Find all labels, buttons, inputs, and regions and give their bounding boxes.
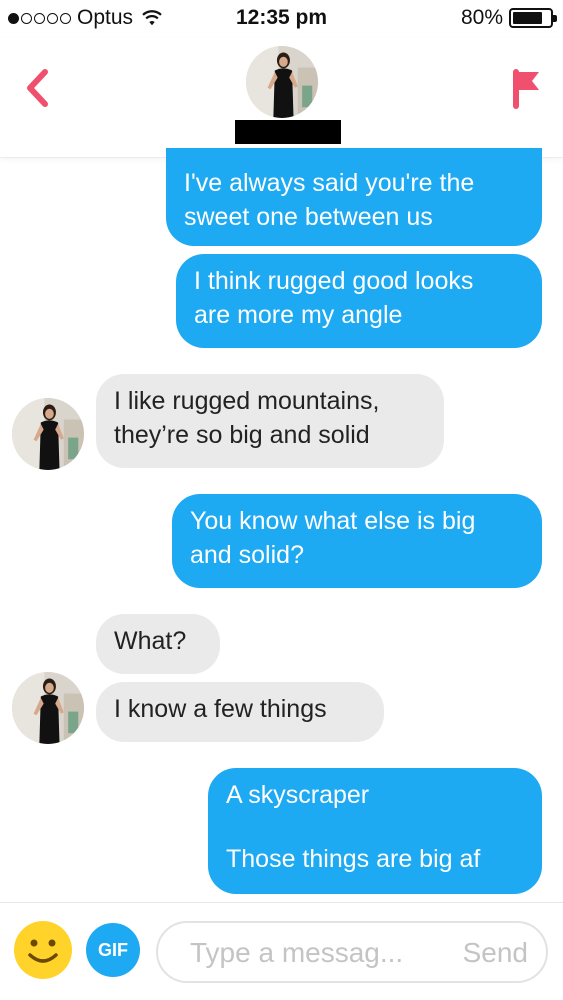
message-text: You know what else is big: [190, 507, 476, 535]
message-text: I like rugged mountains,: [114, 387, 380, 415]
message-text: What?: [114, 627, 187, 655]
send-button[interactable]: Send: [463, 937, 528, 969]
message-text: Those things are big af: [226, 845, 481, 873]
chevron-left-icon[interactable]: [20, 66, 54, 110]
sender-avatar[interactable]: [12, 672, 84, 744]
sender-avatar[interactable]: [12, 398, 84, 470]
message-text: and solid?: [190, 541, 304, 569]
message-text: A skyscraper: [226, 781, 370, 809]
message-text: are more my angle: [194, 301, 403, 329]
message-bubble-sent[interactable]: You know what else is big and solid?: [172, 494, 542, 588]
chat-header: [0, 38, 563, 158]
message-bubble-received[interactable]: I know a few things: [96, 682, 384, 742]
message-bubble-sent[interactable]: I think rugged good looks are more my an…: [176, 254, 542, 348]
battery-percent: 80%: [460, 6, 503, 29]
message-input[interactable]: Type a messag... Send: [156, 921, 548, 983]
smiley-icon[interactable]: [14, 921, 72, 979]
message-text: sweet one between us: [184, 203, 433, 231]
message-bubble-sent[interactable]: A skyscraper Those things are big af: [208, 768, 542, 894]
gif-button[interactable]: GIF: [86, 923, 140, 977]
flag-icon[interactable]: [509, 66, 543, 110]
message-text: I've always said you're the: [184, 169, 475, 197]
message-text: I think rugged good looks: [194, 267, 474, 295]
redacted-name: [235, 120, 341, 144]
status-bar: Optus 12:35 pm 80%: [0, 0, 563, 38]
message-bubble-sent[interactable]: I've always said you're the sweet one be…: [166, 148, 542, 246]
message-placeholder: Type a messag...: [190, 937, 404, 968]
battery-icon: [509, 8, 557, 28]
message-text: they’re so big and solid: [114, 421, 370, 449]
message-input-bar: GIF Type a messag... Send: [0, 902, 563, 1000]
message-text: I know a few things: [114, 695, 327, 723]
message-bubble-received[interactable]: I like rugged mountains, they’re so big …: [96, 374, 444, 468]
message-bubble-received[interactable]: What?: [96, 614, 220, 674]
status-right: 80%: [460, 6, 557, 30]
match-avatar[interactable]: [246, 46, 318, 118]
